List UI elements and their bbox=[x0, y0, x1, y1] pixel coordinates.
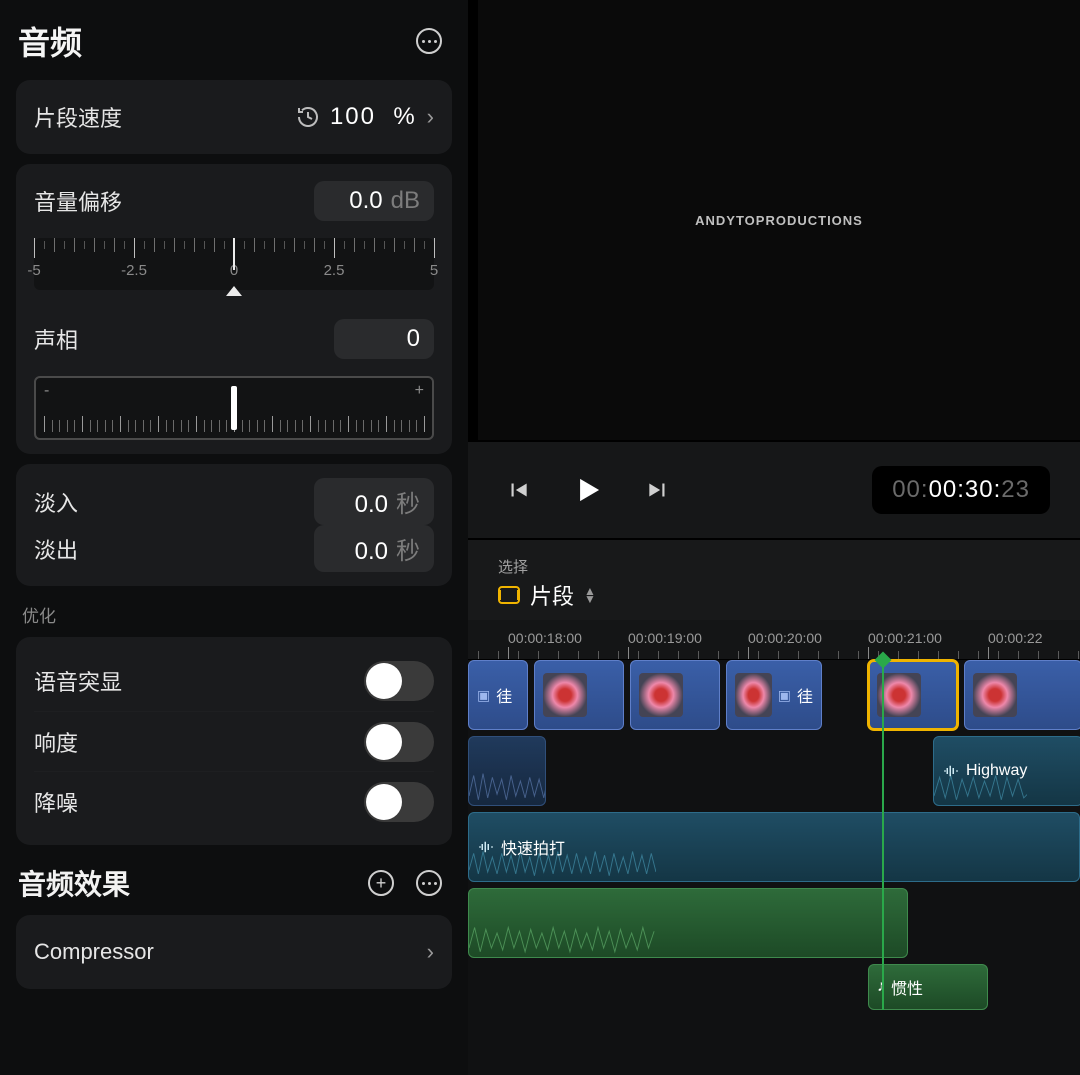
loudness-label: 响度 bbox=[34, 726, 78, 758]
audio-track[interactable]: Highway bbox=[468, 736, 1080, 806]
effect-compressor-label: Compressor bbox=[34, 939, 154, 965]
chevron-right-icon: › bbox=[427, 939, 434, 965]
camera-icon: ▣ bbox=[477, 687, 490, 704]
chevron-updown-icon: ▲▼ bbox=[584, 587, 596, 603]
volume-pan-card: 音量偏移 0.0 dB -5-2.502.55 声相 0 - + bbox=[16, 164, 452, 454]
panel-more-button[interactable] bbox=[414, 26, 444, 56]
preview-watermark: ANDYTOPRODUCTIONS bbox=[695, 213, 863, 228]
panel-title: 音频 bbox=[18, 18, 82, 64]
fade-out-unit: 秒 bbox=[396, 531, 420, 566]
optimize-toggles-card: 语音突显 响度 降噪 bbox=[16, 637, 452, 845]
voice-enhance-label: 语音突显 bbox=[34, 665, 122, 697]
volume-slider[interactable]: -5-2.502.55 bbox=[34, 238, 434, 290]
next-clip-button[interactable] bbox=[638, 470, 678, 510]
pan-label: 声相 bbox=[34, 323, 78, 355]
waveform-icon bbox=[477, 838, 495, 856]
video-clip[interactable]: ▣ 徍 bbox=[726, 660, 822, 730]
video-clip[interactable] bbox=[534, 660, 624, 730]
noise-reduction-toggle[interactable] bbox=[364, 782, 434, 822]
plus-icon: + bbox=[368, 870, 394, 896]
video-clip-label: 徍 bbox=[797, 683, 813, 707]
volume-slider-thumb[interactable] bbox=[226, 286, 242, 296]
audio-track[interactable]: ♪ 惯性 bbox=[468, 964, 1080, 1010]
fade-in-unit: 秒 bbox=[396, 484, 420, 519]
pan-plus-label: + bbox=[415, 382, 424, 400]
video-clip[interactable] bbox=[630, 660, 720, 730]
pan-value: 0 bbox=[407, 325, 420, 353]
audio-track[interactable] bbox=[468, 888, 1080, 958]
loudness-toggle[interactable] bbox=[364, 722, 434, 762]
audio-clip-label: 快速拍打 bbox=[501, 835, 565, 859]
clip-speed-label: 片段速度 bbox=[34, 101, 122, 133]
video-clip[interactable]: ▣ 徍 bbox=[468, 660, 528, 730]
audio-effects-title: 音频效果 bbox=[18, 863, 130, 903]
audio-clip[interactable] bbox=[468, 736, 546, 806]
volume-slider-center-line bbox=[233, 238, 235, 270]
timeline[interactable]: 00:00:18:0000:00:19:0000:00:20:0000:00:2… bbox=[468, 620, 1080, 1075]
audio-clip-label: Highway bbox=[966, 762, 1027, 780]
clip-speed-value: 100 bbox=[330, 103, 376, 130]
effects-more-button[interactable] bbox=[414, 868, 444, 898]
tool-label: 选择 bbox=[498, 556, 1050, 577]
video-preview: ANDYTOPRODUCTIONS bbox=[478, 0, 1080, 440]
timecode-highlight: 00:30: bbox=[929, 476, 1002, 503]
video-clip[interactable] bbox=[964, 660, 1080, 730]
timecode-dim-suffix: 23 bbox=[1001, 476, 1030, 503]
clip-icon bbox=[498, 586, 520, 604]
audio-clip-inertia[interactable]: ♪ 惯性 bbox=[868, 964, 988, 1010]
tool-mode-value: 片段 bbox=[530, 579, 574, 611]
timeline-ruler[interactable]: 00:00:18:0000:00:19:0000:00:20:0000:00:2… bbox=[468, 620, 1080, 660]
video-track[interactable]: ▣ 徍 ▣ 徍 bbox=[468, 660, 1080, 730]
ellipsis-icon bbox=[416, 870, 442, 896]
fade-out-field[interactable]: 0.0 秒 bbox=[314, 525, 434, 572]
clip-speed-unit: % bbox=[393, 103, 416, 130]
effect-row-compressor[interactable]: Compressor › bbox=[16, 915, 452, 989]
fade-in-field[interactable]: 0.0 秒 bbox=[314, 478, 434, 525]
audio-clip-label: 惯性 bbox=[891, 975, 923, 999]
waveform-icon bbox=[942, 762, 960, 780]
prev-clip-button[interactable] bbox=[498, 470, 538, 510]
audio-clip-fast-beat[interactable]: 快速拍打 bbox=[468, 812, 1080, 882]
pan-field[interactable]: 0 bbox=[334, 319, 434, 359]
audio-inspector-panel: 音频 片段速度 100 % › bbox=[0, 0, 468, 1075]
timecode-display[interactable]: 00:00:30:23 bbox=[872, 466, 1050, 514]
playhead[interactable] bbox=[882, 660, 884, 1010]
fade-in-label: 淡入 bbox=[34, 486, 78, 518]
camera-icon: ▣ bbox=[778, 687, 791, 704]
pan-slider-thumb[interactable] bbox=[231, 386, 237, 430]
volume-offset-unit: dB bbox=[391, 187, 420, 215]
speed-history-icon bbox=[296, 105, 320, 129]
optimize-section-label: 优化 bbox=[16, 596, 452, 627]
add-effect-button[interactable]: + bbox=[366, 868, 396, 898]
transport-bar: 00:00:30:23 bbox=[468, 440, 1080, 540]
pan-minus-label: - bbox=[44, 382, 49, 400]
volume-offset-label: 音量偏移 bbox=[34, 185, 122, 217]
voice-enhance-toggle[interactable] bbox=[364, 661, 434, 701]
pan-slider[interactable]: - + bbox=[34, 376, 434, 440]
audio-track[interactable]: 快速拍打 bbox=[468, 812, 1080, 882]
fade-out-value: 0.0 bbox=[355, 538, 388, 566]
video-clip-label: 徍 bbox=[496, 683, 512, 707]
volume-offset-value: 0.0 bbox=[349, 187, 382, 215]
audio-clip-highway[interactable]: Highway bbox=[933, 736, 1080, 806]
noise-reduction-label: 降噪 bbox=[34, 786, 78, 818]
fade-in-value: 0.0 bbox=[355, 491, 388, 519]
chevron-right-icon: › bbox=[427, 104, 434, 130]
tool-mode-selector[interactable]: 片段 ▲▼ bbox=[498, 579, 1050, 611]
ellipsis-icon bbox=[416, 28, 442, 54]
volume-offset-field[interactable]: 0.0 dB bbox=[314, 181, 434, 221]
fade-out-label: 淡出 bbox=[34, 533, 78, 565]
timeline-tool-row: 选择 片段 ▲▼ bbox=[468, 540, 1080, 620]
play-button[interactable] bbox=[568, 470, 608, 510]
audio-clip-green[interactable] bbox=[468, 888, 908, 958]
fade-card: 淡入 0.0 秒 淡出 0.0 秒 bbox=[16, 464, 452, 586]
timecode-dim-prefix: 00: bbox=[892, 476, 928, 503]
clip-speed-row[interactable]: 片段速度 100 % › bbox=[16, 80, 452, 154]
